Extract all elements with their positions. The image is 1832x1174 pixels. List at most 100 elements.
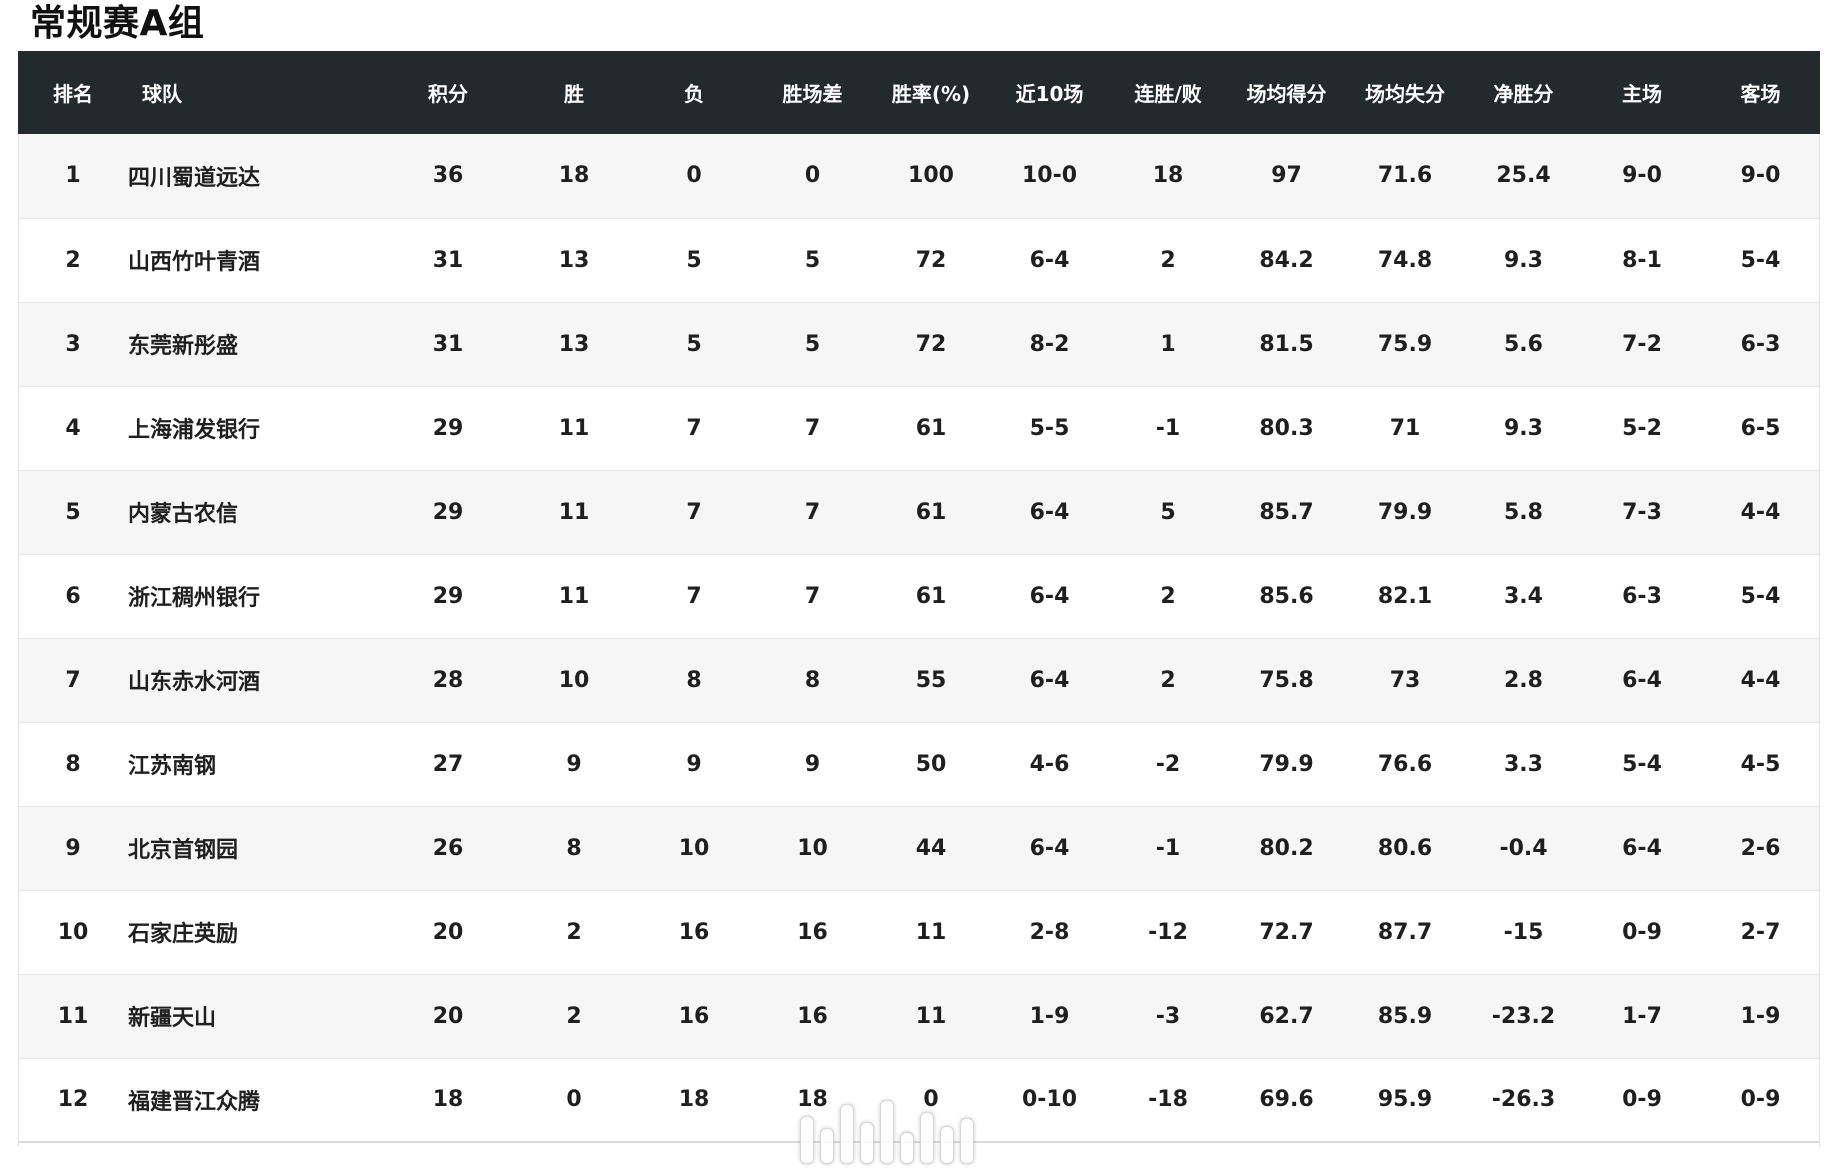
cell-away: 1-9	[1740, 1003, 1781, 1029]
cell-team: 北京首钢园	[128, 838, 239, 863]
cell-net: 5.6	[1504, 331, 1543, 357]
cell-oppg: 79.9	[1377, 499, 1433, 525]
cell-points: 28	[432, 667, 464, 693]
cell-home: 7-2	[1622, 331, 1662, 357]
cell-team: 福建晋江众腾	[128, 1089, 261, 1115]
cell-losses: 16	[678, 1003, 710, 1029]
cell-last10: 8-2	[1029, 331, 1070, 357]
cell-last10: 2-8	[1029, 919, 1070, 945]
cell-streak: 18	[1152, 163, 1184, 189]
cell-home: 5-2	[1622, 415, 1662, 441]
cell-win-pct: 100	[908, 163, 954, 189]
cell-team: 江苏南钢	[128, 754, 217, 779]
table-row: 6 浙江稠州银行 29 11 7 7 61 6-4 2 85.6 82.1 3.4 6-3 5-4	[18, 554, 1820, 638]
cell-losses: 7	[686, 499, 702, 525]
cell-streak: 5	[1160, 499, 1176, 525]
cell-points: 26	[432, 835, 464, 861]
cell-team: 石家庄英励	[128, 922, 239, 947]
cell-win-pct: 55	[915, 667, 947, 693]
cell-ppg: 85.7	[1259, 499, 1314, 525]
cell-wins: 11	[558, 499, 590, 525]
cell-ppg: 75.8	[1259, 667, 1314, 693]
cell-points: 29	[432, 583, 464, 609]
cell-win-diff: 7	[804, 499, 821, 525]
cell-last10: 6-4	[1029, 583, 1070, 609]
table-row: 4 上海浦发银行 29 11 7 7 61 5-5 -1 80.3 71 9.3 5-2 6-5	[18, 386, 1820, 470]
cell-win-diff: 16	[797, 919, 828, 945]
cell-losses: 16	[678, 919, 710, 945]
cell-last10: 10-0	[1021, 163, 1078, 189]
table-row: 3 东莞新彤盛 31 13 5 5 72 8-2 1 81.5 75.9 5.6 7-2 6-3	[18, 302, 1820, 386]
cell-win-pct: 72	[915, 331, 947, 357]
cell-win-pct: 61	[915, 499, 947, 525]
cell-rank: 3	[65, 331, 81, 357]
cell-oppg: 95.9	[1377, 1087, 1433, 1113]
cell-ppg: 69.6	[1259, 1087, 1314, 1113]
cell-wins: 11	[558, 415, 590, 441]
cell-oppg: 76.6	[1377, 751, 1433, 777]
cell-win-pct: 11	[915, 919, 947, 945]
cell-net: -15	[1503, 919, 1544, 945]
cell-oppg: 71	[1389, 415, 1421, 441]
cell-rank: 2	[65, 247, 81, 273]
cell-net: 5.8	[1504, 499, 1543, 525]
cell-away: 9-0	[1740, 163, 1781, 189]
header-oppg: 场均失分	[1365, 82, 1445, 106]
cell-away: 0-9	[1740, 1087, 1781, 1113]
cell-oppg: 75.9	[1377, 331, 1433, 357]
cell-ppg: 80.3	[1259, 415, 1314, 441]
cell-home: 9-0	[1622, 163, 1662, 189]
cell-losses: 10	[678, 835, 710, 861]
cell-wins: 0	[566, 1087, 582, 1113]
header-points: 积分	[428, 82, 468, 106]
cell-win-diff: 9	[804, 751, 821, 777]
cell-team: 上海浦发银行	[128, 418, 261, 443]
cell-net: -0.4	[1499, 835, 1548, 861]
cell-losses: 5	[686, 331, 702, 357]
cell-points: 18	[432, 1087, 464, 1113]
cell-oppg: 73	[1389, 667, 1421, 693]
cell-ppg: 62.7	[1259, 1003, 1314, 1029]
cell-last10: 4-6	[1029, 751, 1070, 777]
cell-away: 4-4	[1740, 499, 1781, 525]
header-win-diff: 胜场差	[782, 82, 843, 106]
cell-rank: 9	[65, 835, 81, 861]
cell-wins: 13	[558, 247, 590, 273]
cell-oppg: 87.7	[1377, 919, 1433, 945]
cell-net: 25.4	[1496, 163, 1551, 189]
cell-last10: 6-4	[1029, 667, 1070, 693]
cell-win-diff: 7	[804, 583, 821, 609]
header-team: 球队	[142, 82, 182, 106]
cell-team: 山西竹叶青酒	[128, 250, 261, 275]
cell-streak: 2	[1160, 667, 1176, 693]
page-title: 常规赛A组	[30, 3, 205, 44]
cell-points: 36	[432, 163, 464, 189]
header-ppg: 场均得分	[1246, 82, 1327, 106]
cell-away: 6-3	[1740, 331, 1781, 357]
cell-wins: 10	[558, 667, 590, 693]
cell-net: -26.3	[1491, 1087, 1556, 1113]
table-row: 8 江苏南钢 27 9 9 9 50 4-6 -2 79.9 76.6 3.3 5-4 4-5	[18, 722, 1820, 806]
cell-win-diff: 7	[804, 415, 821, 441]
cell-streak: 2	[1160, 583, 1176, 609]
cell-win-pct: 61	[915, 583, 947, 609]
cell-team: 新疆天山	[128, 1006, 217, 1031]
cell-losses: 18	[678, 1087, 710, 1113]
cell-away: 6-5	[1740, 415, 1781, 441]
table-left-border	[18, 134, 19, 1147]
cell-points: 31	[432, 331, 464, 357]
cell-team: 浙江稠州银行	[128, 586, 261, 611]
cell-home: 8-1	[1622, 247, 1662, 273]
cell-home: 0-9	[1622, 919, 1662, 945]
cell-streak: -1	[1155, 835, 1181, 861]
cell-streak: 2	[1160, 247, 1176, 273]
cell-wins: 13	[558, 331, 590, 357]
cell-oppg: 71.6	[1377, 163, 1433, 189]
cell-rank: 7	[65, 667, 81, 693]
cell-away: 5-4	[1740, 583, 1781, 609]
header-wins: 胜	[564, 82, 584, 106]
header-home: 主场	[1622, 82, 1662, 106]
cell-win-pct: 44	[915, 835, 947, 861]
cell-net: 9.3	[1504, 247, 1543, 273]
table-row: 2 山西竹叶青酒 31 13 5 5 72 6-4 2 84.2 74.8 9.3 8-1 5-4	[18, 218, 1820, 302]
